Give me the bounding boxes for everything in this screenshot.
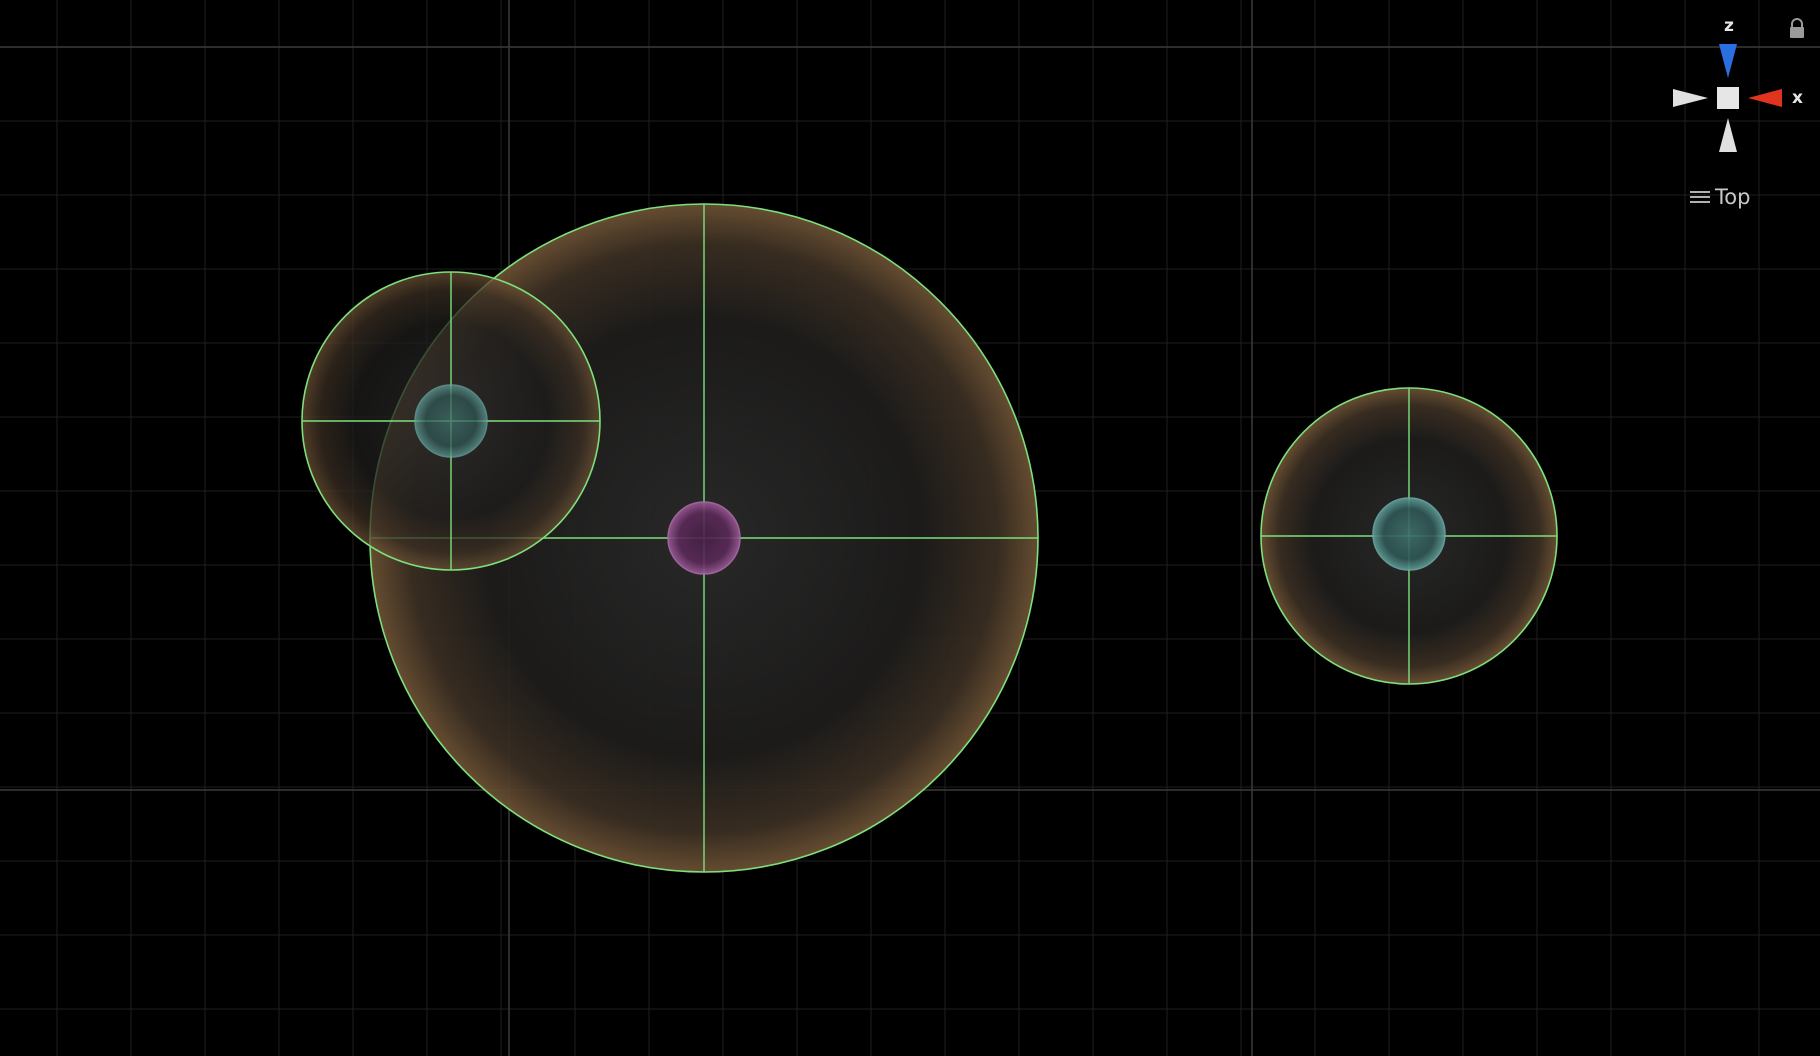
center-marker-magenta xyxy=(667,501,741,575)
gizmo-axis-x-cone[interactable] xyxy=(1748,89,1782,107)
lock-icon[interactable] xyxy=(1788,18,1806,40)
scene-viewport[interactable]: z x Top xyxy=(0,0,1820,1056)
gizmo-axis-neg-x-cone[interactable] xyxy=(1673,89,1708,107)
center-marker-teal-left xyxy=(414,384,488,458)
gizmo-axis-z-cone[interactable] xyxy=(1719,44,1737,78)
gizmo-axis-z-label: z xyxy=(1724,16,1734,36)
gizmo-axes[interactable] xyxy=(1656,14,1806,164)
sphere-collider-small-left[interactable] xyxy=(301,271,601,571)
gizmo-center-cube[interactable] xyxy=(1717,87,1739,109)
scene-canvas[interactable] xyxy=(0,0,1820,1056)
sphere-collider-right[interactable] xyxy=(1260,387,1558,685)
gizmo-axis-neg-z-cone[interactable] xyxy=(1719,118,1737,152)
hamburger-menu-icon xyxy=(1690,191,1710,203)
center-marker-teal-right xyxy=(1372,497,1446,571)
gizmo-axis-x-label: x xyxy=(1792,88,1803,108)
view-mode-toggle[interactable]: Top xyxy=(1690,185,1750,209)
view-mode-label: Top xyxy=(1715,185,1751,209)
orientation-gizmo[interactable]: z x xyxy=(1656,14,1806,164)
